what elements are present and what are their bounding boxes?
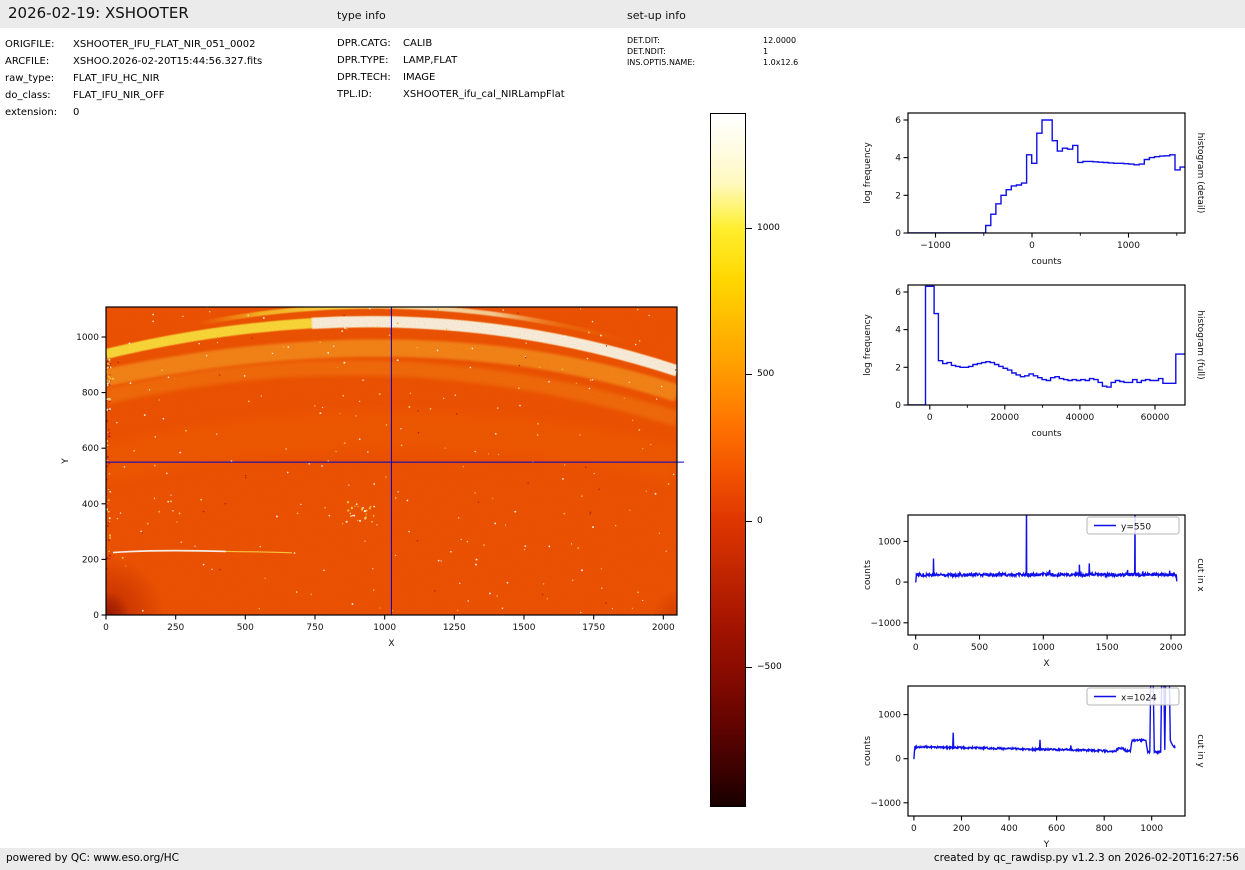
y-tick-label: 800: [82, 389, 99, 399]
y-tick-label: 2: [895, 191, 901, 201]
right-axis-label: histogram (full): [1195, 310, 1205, 379]
x-tick-label: 1000: [373, 623, 396, 633]
x-tick-label: 0: [927, 413, 933, 423]
y-axis-label: log frequency: [863, 141, 873, 203]
axes-frame: [908, 285, 1185, 405]
histogram-full-plot: 0 20000 40000 60000 0 2 4 6 counts log frequency h…: [838, 271, 1229, 445]
x-tick-label: −1000: [920, 241, 951, 251]
x-axis-label: counts: [1031, 257, 1061, 267]
x-tick-label: 500: [971, 643, 988, 653]
colorbar-tick-label: 0: [757, 515, 763, 527]
colorbar-tick-label: 1000: [757, 222, 780, 234]
x-tick-label: 600: [1048, 824, 1065, 834]
x-tick-label: 20000: [990, 413, 1019, 423]
x-tick-label: 800: [1096, 824, 1113, 834]
x-tick-label: 1500: [1096, 643, 1119, 653]
x-tick-label: 1000: [1140, 824, 1163, 834]
colorbar-tick: [746, 374, 752, 375]
right-axis-label: histogram (detail): [1195, 133, 1205, 214]
y-tick-label: 400: [82, 500, 99, 510]
right-axis-label: cut in y: [1195, 734, 1205, 768]
y-tick-label: −1000: [871, 799, 902, 809]
footer-left: powered by QC: www.eso.org/HC: [6, 852, 179, 864]
colorbar-gradient: [710, 113, 746, 807]
y-axis-label: Y: [61, 458, 71, 465]
colorbar: 1000 500 0 −500: [710, 113, 810, 813]
y-tick-label: 0: [895, 578, 901, 588]
colorbar-tick-label: 500: [757, 368, 774, 380]
x-tick-label: 1500: [513, 623, 536, 633]
x-tick-label: 0: [103, 623, 109, 633]
x-tick-label: 2000: [652, 623, 675, 633]
x-tick-label: 0: [1029, 241, 1035, 251]
y-tick-label: 1000: [76, 333, 99, 343]
x-axis-label: X: [388, 639, 394, 649]
y-tick-label: 2: [895, 363, 901, 373]
legend-label: y=550: [1121, 523, 1151, 533]
y-tick-label: 1000: [878, 711, 901, 721]
x-tick-label: 200: [953, 824, 970, 834]
y-tick-label: 4: [895, 154, 901, 164]
y-tick-label: 0: [895, 755, 901, 765]
colorbar-tick: [746, 667, 752, 668]
y-tick-label: 4: [895, 326, 901, 336]
y-tick-label: 6: [895, 116, 901, 126]
colorbar-tick-label: −500: [757, 661, 782, 673]
detector-image-plot: 0 250 500 750 1000 1250 1500 1750 2000 0 200 400 600…: [40, 293, 699, 661]
y-axis-label: counts: [863, 736, 873, 766]
qc-report-page: 2026-02-19: XSHOOTER type info set-up in…: [0, 0, 1245, 870]
y-tick-label: 0: [895, 401, 901, 411]
legend: x=1024: [1087, 688, 1179, 705]
cutx-series-line: [916, 505, 1177, 583]
x-tick-label: 500: [237, 623, 254, 633]
colorbar-tick: [746, 228, 752, 229]
y-tick-label: 0: [93, 611, 99, 621]
right-axis-label: cut in x: [1195, 558, 1205, 592]
y-tick-label: 0: [895, 229, 901, 239]
legend: y=550: [1087, 517, 1179, 534]
x-tick-label: 0: [913, 643, 919, 653]
figure-area: 1000 500 0 −500 0 250 500 750 1000 1250 1500 1750 2…: [0, 0, 1245, 848]
y-tick-label: 200: [82, 555, 99, 565]
x-tick-label: 1250: [443, 623, 466, 633]
x-tick-label: 1000: [1117, 241, 1140, 251]
x-tick-label: 2000: [1160, 643, 1183, 653]
x-tick-label: 250: [167, 623, 184, 633]
cut-in-y-plot: 0 200 400 600 800 1000 −1000 0 1000 Ycounts cut in…: [838, 672, 1229, 856]
x-tick-label: 60000: [1141, 413, 1170, 423]
x-tick-label: 1750: [582, 623, 605, 633]
y-tick-label: −1000: [871, 619, 902, 629]
cuty-series-line: [914, 674, 1176, 759]
y-axis-label: counts: [863, 560, 873, 590]
x-axis-label: X: [1043, 659, 1049, 669]
cut-in-x-plot: 0 500 1000 1500 2000 −1000 0 1000 Xcounts cut in …: [838, 501, 1229, 675]
x-axis-label: counts: [1031, 429, 1061, 439]
y-tick-label: 6: [895, 288, 901, 298]
y-tick-label: 600: [82, 444, 99, 454]
histdet-series-line: [908, 120, 1185, 233]
x-axis-label: Y: [1043, 840, 1050, 850]
histfull-series-line: [908, 286, 1185, 405]
x-tick-label: 750: [306, 623, 323, 633]
y-tick-label: 1000: [878, 537, 901, 547]
x-tick-label: 1000: [1032, 643, 1055, 653]
axes-frame: [908, 113, 1185, 233]
x-tick-label: 400: [1001, 824, 1018, 834]
histogram-detail-plot: −1000 0 1000 0 2 4 6 counts log frequency histogr…: [838, 99, 1229, 273]
x-tick-label: 40000: [1066, 413, 1095, 423]
x-tick-label: 0: [911, 824, 917, 834]
colorbar-tick: [746, 521, 752, 522]
legend-label: x=1024: [1121, 694, 1157, 704]
y-axis-label: log frequency: [863, 313, 873, 375]
